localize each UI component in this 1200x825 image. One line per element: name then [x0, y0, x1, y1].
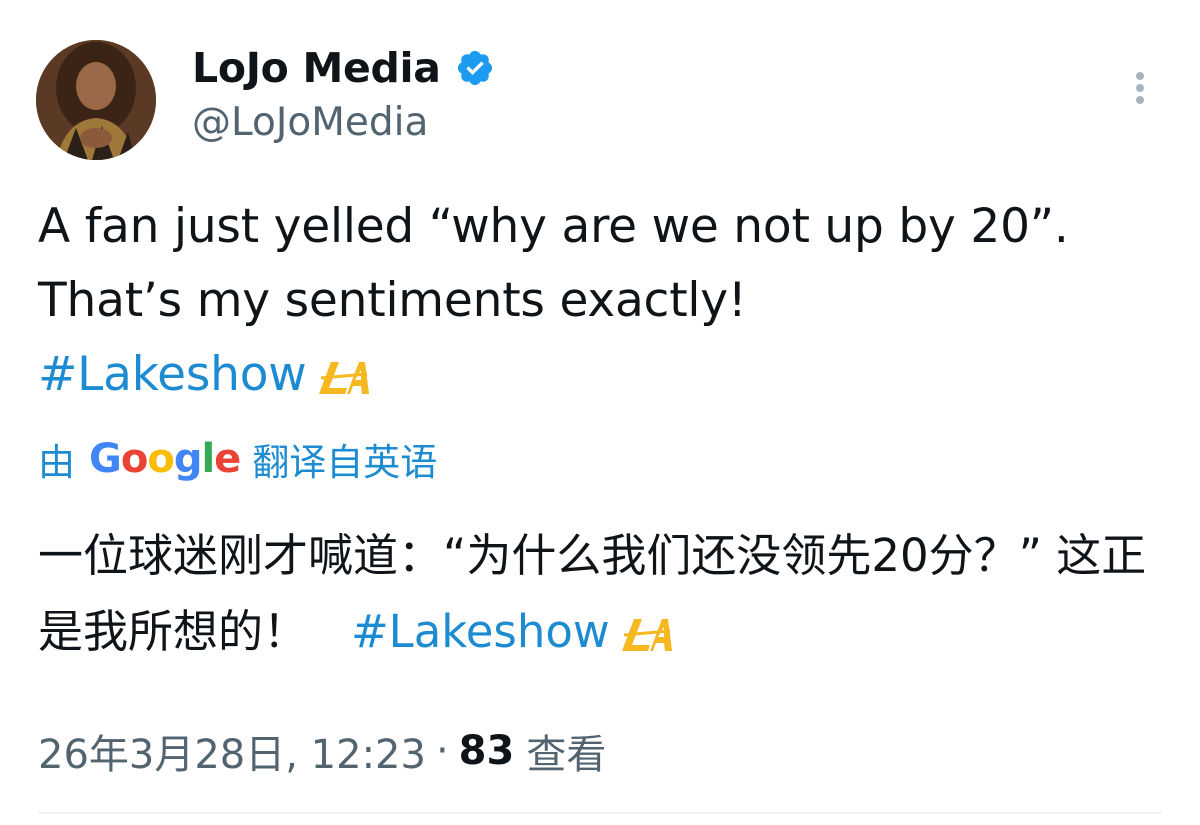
tweet-meta: 26年3月28日, 12:23 · 83 查看	[38, 722, 606, 780]
google-logo: Google	[89, 436, 241, 482]
author-handle[interactable]: @LoJoMedia	[192, 100, 428, 145]
avatar[interactable]	[36, 40, 156, 160]
display-name[interactable]: LoJo Media	[192, 44, 441, 92]
more-options-icon[interactable]	[1126, 68, 1154, 108]
translation-suffix: 翻译自英语	[252, 441, 438, 484]
translation-attribution[interactable]: 由 Google 翻译自英语	[38, 432, 437, 486]
tweet-card[interactable]: LoJo Media @LoJoMedia A fan just yelled …	[0, 0, 1200, 825]
translation-prefix: 由	[38, 441, 75, 484]
meta-separator: ·	[435, 728, 449, 774]
divider	[38, 812, 1162, 814]
author-name-row[interactable]: LoJo Media	[192, 40, 495, 96]
verified-badge-icon	[457, 50, 492, 86]
views-label: 查看	[526, 732, 607, 778]
timestamp[interactable]: 26年3月28日, 12:23	[38, 722, 426, 780]
views-count: 83	[458, 728, 515, 774]
tweet-body: A fan just yelled “why are we not up by …	[38, 199, 1069, 328]
translated-hashtag-link[interactable]: #Lakeshow	[351, 605, 610, 658]
tweet-text: A fan just yelled “why are we not up by …	[38, 190, 1078, 412]
la-lakers-logo-icon	[621, 619, 672, 651]
translated-text: 一位球迷刚才喊道：“为什么我们还没领先20分？” 这正是我所想的！ #Lakes…	[38, 518, 1168, 670]
la-lakers-logo-icon	[318, 361, 369, 394]
hashtag-link[interactable]: #Lakeshow	[38, 347, 307, 402]
